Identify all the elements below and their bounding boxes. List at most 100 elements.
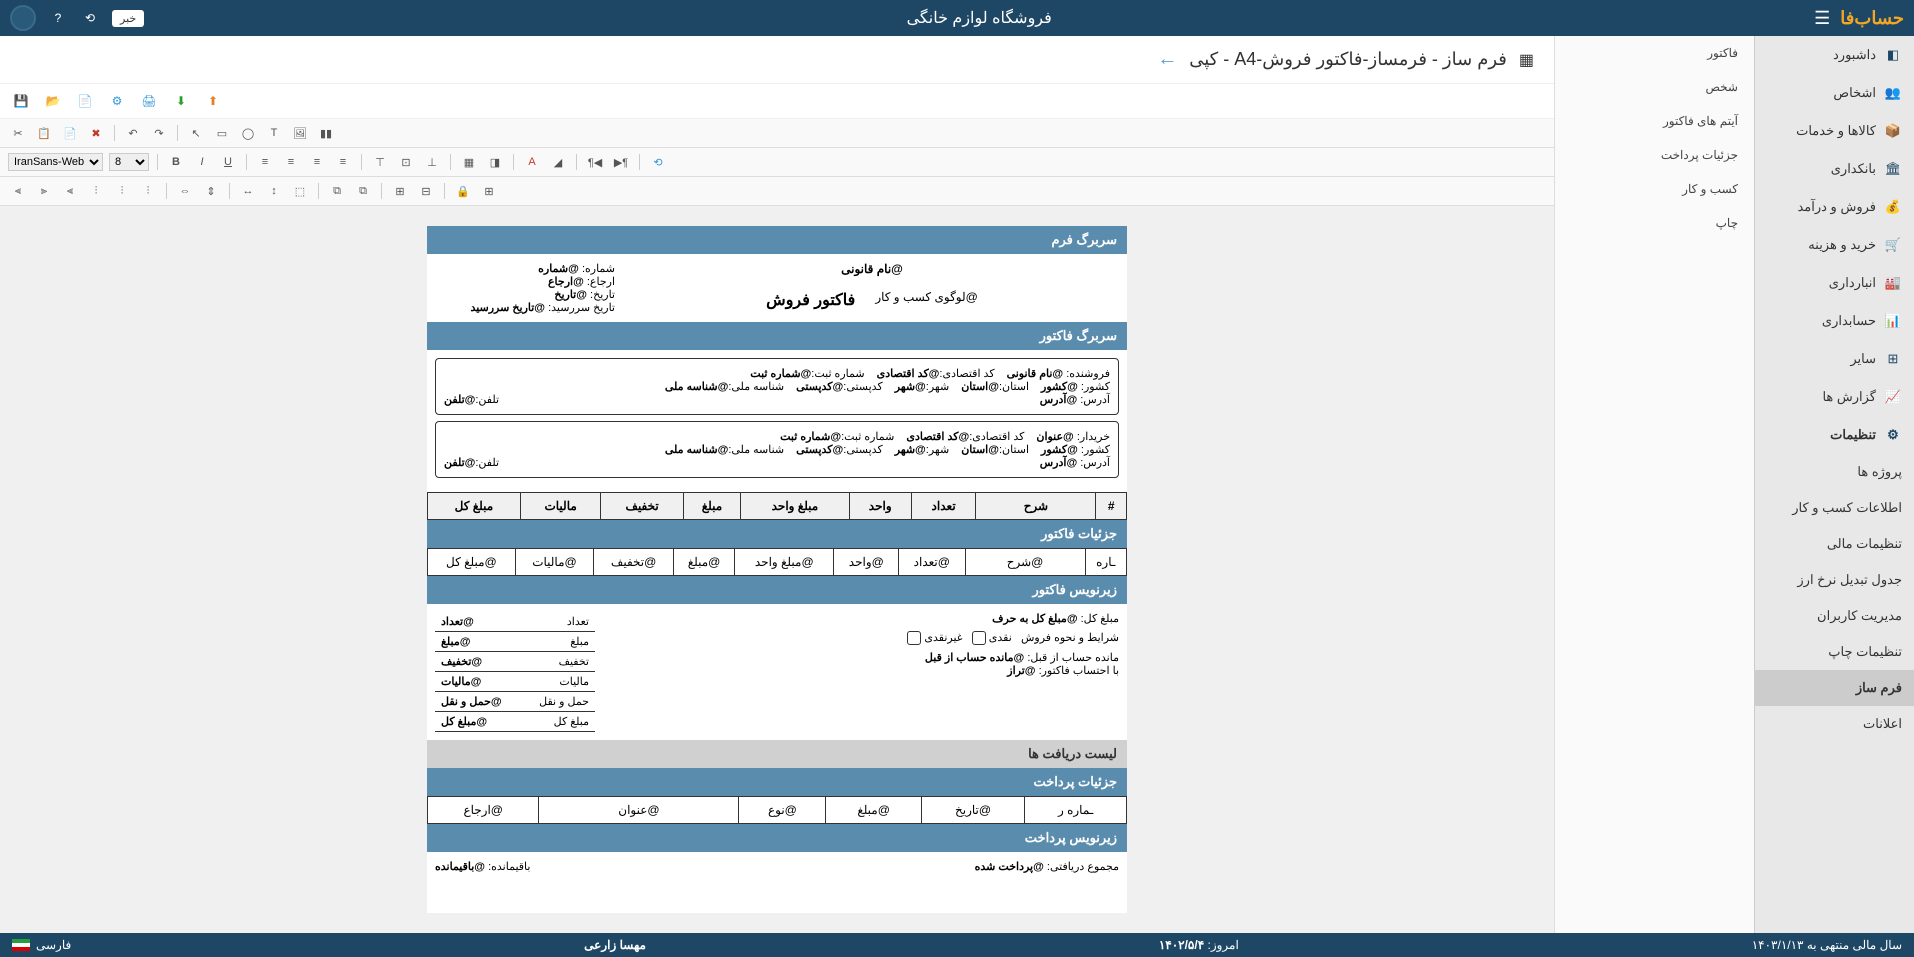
doc-title: فاکتور فروش xyxy=(766,290,855,310)
submenu-print[interactable]: چاپ xyxy=(1555,206,1754,240)
textcolor-button[interactable]: A xyxy=(522,152,542,172)
bring-front-button[interactable]: ⧉ xyxy=(327,181,347,201)
ellipse-button[interactable]: ◯ xyxy=(238,123,258,143)
send-back-button[interactable]: ⧉ xyxy=(353,181,373,201)
upload-button[interactable]: ⬆ xyxy=(204,92,222,110)
page-header: ▦ فرم ساز - فرمساز-فاکتور فروش-A4 - کپی … xyxy=(0,36,1554,84)
form-canvas[interactable]: سربرگ فرم @نام قانونی @لوگوی کسب و کار ف… xyxy=(427,226,1127,913)
submenu-items[interactable]: آیتم های فاکتور xyxy=(1555,104,1754,138)
open-button[interactable]: 📂 xyxy=(44,92,62,110)
sidebar-item-warehouse[interactable]: 🏭انبارداری xyxy=(1755,264,1914,302)
canvas-area[interactable]: سربرگ فرم @نام قانونی @لوگوی کسب و کار ف… xyxy=(0,206,1554,933)
align-l-button[interactable]: ⫷ xyxy=(8,181,28,201)
help-icon[interactable]: ? xyxy=(48,8,68,28)
save-button[interactable]: 💾 xyxy=(12,92,30,110)
settings-button[interactable]: ⚙ xyxy=(108,92,126,110)
text-button[interactable]: T xyxy=(264,123,284,143)
sidebar-item-business-info[interactable]: اطلاعات کسب و کار xyxy=(1755,490,1914,526)
news-badge[interactable]: خبر xyxy=(112,10,144,27)
align-b-button[interactable]: ⫶ xyxy=(138,181,158,201)
invoice-row-table: ـاره @شرح @تعداد @واحد @مبلغ واحد @مبلغ … xyxy=(427,548,1127,576)
avatar[interactable] xyxy=(10,5,36,31)
sidebar-item-banking[interactable]: 🏛بانکداری xyxy=(1755,150,1914,188)
font-select[interactable]: IranSans-Web xyxy=(8,153,103,171)
align-left-button[interactable]: ≡ xyxy=(255,152,275,172)
menu-toggle[interactable]: ☰ xyxy=(1814,8,1830,29)
sidebar-item-other[interactable]: ⊞سایر xyxy=(1755,340,1914,378)
paste-button[interactable]: 📄 xyxy=(60,123,80,143)
table-row: ـاره @شرح @تعداد @واحد @مبلغ واحد @مبلغ … xyxy=(428,549,1127,576)
refresh-button[interactable]: ⟲ xyxy=(648,152,668,172)
redo-button[interactable]: ↷ xyxy=(149,123,169,143)
border-button[interactable]: ▦ xyxy=(459,152,479,172)
align-t-button[interactable]: ⫶ xyxy=(86,181,106,201)
cash-checkbox[interactable] xyxy=(972,631,986,645)
grid-button[interactable]: ⊞ xyxy=(479,181,499,201)
valign-bottom-button[interactable]: ⊥ xyxy=(422,152,442,172)
align-c-button[interactable]: ⫸ xyxy=(34,181,54,201)
print-button[interactable]: 🖨 xyxy=(140,92,158,110)
group-button[interactable]: ⊞ xyxy=(390,181,410,201)
barcode-button[interactable]: ▮▮ xyxy=(316,123,336,143)
bgcolor-button[interactable]: ◢ xyxy=(548,152,568,172)
sidebar-item-sales[interactable]: 💰فروش و درآمد xyxy=(1755,188,1914,226)
align-right-button[interactable]: ≡ xyxy=(307,152,327,172)
back-button[interactable]: ← xyxy=(1157,48,1177,71)
sidebar-item-users[interactable]: مدیریت کاربران xyxy=(1755,598,1914,634)
same-size-button[interactable]: ⬚ xyxy=(290,181,310,201)
submenu-business[interactable]: کسب و کار xyxy=(1555,172,1754,206)
bold-button[interactable]: B xyxy=(166,152,186,172)
banking-icon: 🏛 xyxy=(1884,160,1902,178)
cut-button[interactable]: ✂ xyxy=(8,123,28,143)
submenu-payment[interactable]: جزئیات پرداخت xyxy=(1555,138,1754,172)
settings-icon: ⚙ xyxy=(1884,426,1902,444)
receipts-header: لیست دریافت ها xyxy=(427,740,1127,768)
distribute-v-button[interactable]: ⇕ xyxy=(201,181,221,201)
align-center-button[interactable]: ≡ xyxy=(281,152,301,172)
copy-button[interactable]: 📋 xyxy=(34,123,54,143)
sidebar-item-persons[interactable]: 👥اشخاص xyxy=(1755,74,1914,112)
lock-button[interactable]: 🔒 xyxy=(453,181,473,201)
invoice-header-section: سربرگ فاکتور xyxy=(427,322,1127,350)
fill-button[interactable]: ◨ xyxy=(485,152,505,172)
undo-button[interactable]: ↶ xyxy=(123,123,143,143)
same-height-button[interactable]: ↕ xyxy=(264,181,284,201)
sidebar-item-financial[interactable]: تنظیمات مالی xyxy=(1755,526,1914,562)
ltr-button[interactable]: ▶¶ xyxy=(611,152,631,172)
new-button[interactable]: 📄 xyxy=(76,92,94,110)
sidebar-item-dashboard[interactable]: ◧داشبورد xyxy=(1755,36,1914,74)
sidebar-item-purchase[interactable]: 🛒خرید و هزینه xyxy=(1755,226,1914,264)
refresh-icon[interactable]: ⟲ xyxy=(80,8,100,28)
legal-name: @نام قانونی xyxy=(625,262,1119,276)
fontsize-select[interactable]: 8 xyxy=(109,153,149,171)
ungroup-button[interactable]: ⊟ xyxy=(416,181,436,201)
download-button[interactable]: ⬇ xyxy=(172,92,190,110)
sidebar-item-accounting[interactable]: 📊حسابداری xyxy=(1755,302,1914,340)
sidebar-item-projects[interactable]: پروژه ها xyxy=(1755,454,1914,490)
distribute-h-button[interactable]: ⇔ xyxy=(175,181,195,201)
submenu-person[interactable]: شخص xyxy=(1555,70,1754,104)
sidebar-item-print[interactable]: تنظیمات چاپ xyxy=(1755,634,1914,670)
same-width-button[interactable]: ↔ xyxy=(238,181,258,201)
submenu-invoice[interactable]: فاکتور xyxy=(1555,36,1754,70)
sidebar-item-exchange[interactable]: جدول تبدیل نرخ ارز xyxy=(1755,562,1914,598)
sidebar-item-products[interactable]: 📦کالاها و خدمات xyxy=(1755,112,1914,150)
noncash-checkbox[interactable] xyxy=(907,631,921,645)
align-justify-button[interactable]: ≡ xyxy=(333,152,353,172)
align-r-button[interactable]: ⫷ xyxy=(60,181,80,201)
valign-middle-button[interactable]: ⊡ xyxy=(396,152,416,172)
sidebar-item-notifications[interactable]: اعلانات xyxy=(1755,706,1914,742)
image-button[interactable]: 🖼 xyxy=(290,123,310,143)
pointer-button[interactable]: ↖ xyxy=(186,123,206,143)
rect-button[interactable]: ▭ xyxy=(212,123,232,143)
align-m-button[interactable]: ⫶ xyxy=(112,181,132,201)
action-toolbar: 💾 📂 📄 ⚙ 🖨 ⬇ ⬆ xyxy=(0,84,1554,119)
delete-button[interactable]: ✖ xyxy=(86,123,106,143)
language-switch[interactable]: فارسی xyxy=(12,938,71,952)
sidebar-item-formbuilder[interactable]: فرم ساز xyxy=(1755,670,1914,706)
sidebar-item-reports[interactable]: 📈گزارش ها xyxy=(1755,378,1914,416)
rtl-button[interactable]: ¶◀ xyxy=(585,152,605,172)
underline-button[interactable]: U xyxy=(218,152,238,172)
italic-button[interactable]: I xyxy=(192,152,212,172)
valign-top-button[interactable]: ⊤ xyxy=(370,152,390,172)
